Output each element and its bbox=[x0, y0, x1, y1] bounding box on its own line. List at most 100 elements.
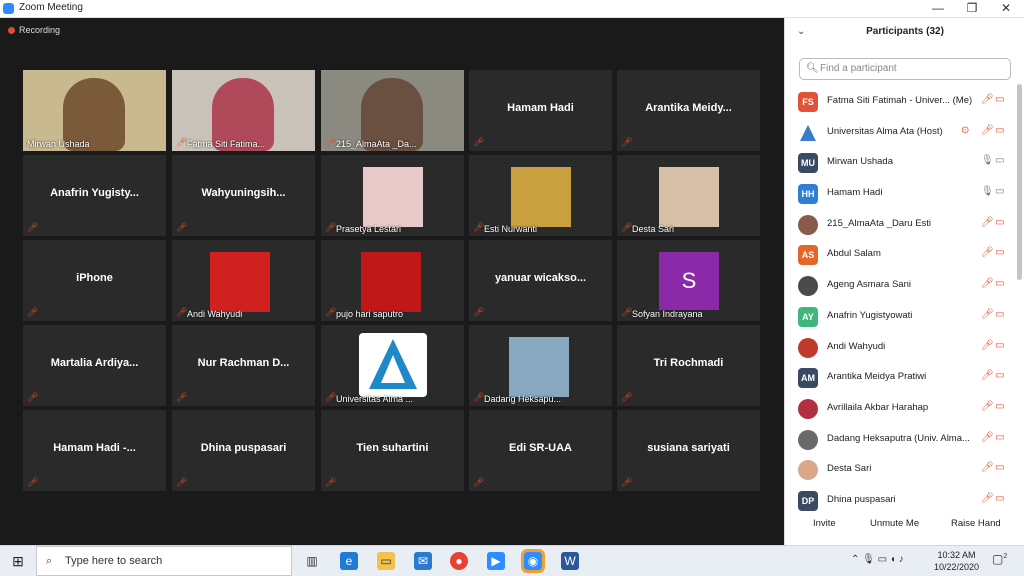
minimize-button[interactable]: — bbox=[921, 0, 955, 17]
muted-mic-icon: 🎤︎ bbox=[621, 392, 633, 402]
muted-mic-icon: 🎤︎ bbox=[981, 216, 994, 228]
participant-avatar bbox=[798, 429, 818, 450]
taskbar-search-input[interactable]: ⌕ Type here to search bbox=[36, 546, 292, 576]
taskbar-clock[interactable]: 10:32 AM 10/22/2020 bbox=[934, 549, 979, 573]
notifications-icon[interactable]: ▢2 bbox=[992, 552, 1007, 566]
participant-row[interactable]: AM Arantika Meidya Pratiwi 🎤︎ ▭ bbox=[785, 362, 1017, 393]
video-tile[interactable]: S 🎤︎ Sofyan Indrayana bbox=[617, 240, 760, 321]
video-off-icon: ▭ bbox=[995, 124, 1005, 136]
participant-row[interactable]: AY Anafrin Yugistyowati 🎤︎ ▭ bbox=[785, 301, 1017, 332]
participants-title: Participants (32) bbox=[866, 26, 944, 37]
task-view-icon[interactable]: ▥ bbox=[303, 552, 321, 570]
search-icon: ⌕ bbox=[46, 555, 53, 567]
video-tile[interactable]: Anafrin Yugisty... 🎤︎ bbox=[23, 155, 166, 236]
participant-name: Dhina puspasari bbox=[827, 493, 896, 505]
participant-row[interactable]: DP Dhina puspasari 🎤︎ ▭ bbox=[785, 485, 1017, 516]
video-tile[interactable]: Martalia Ardiya... 🎤︎ bbox=[23, 325, 166, 406]
zoom-meeting-taskbar-icon[interactable]: ◉ bbox=[521, 549, 545, 573]
participant-avatar: HH bbox=[798, 184, 818, 205]
muted-mic-icon: 🎤︎ bbox=[981, 431, 994, 443]
video-tile[interactable]: Arantika Meidy... 🎤︎ bbox=[617, 70, 760, 151]
participant-name: Universitas Alma Ata (Host) bbox=[827, 125, 943, 137]
participant-row[interactable]: Dadang Heksaputra (Univ. Alma... 🎤︎ ▭ bbox=[785, 424, 1017, 455]
participant-name: Fatma Siti Fatimah - Univer... (Me) bbox=[827, 95, 973, 106]
tile-name-label: Andi Wahyudi bbox=[187, 309, 243, 319]
word-icon[interactable]: W bbox=[561, 552, 579, 570]
tile-name-label: pujo hari saputro bbox=[336, 309, 404, 319]
video-tile[interactable]: Dhina puspasari 🎤︎ bbox=[172, 410, 315, 491]
tile-participant-name: Tri Rochmadi bbox=[653, 357, 724, 369]
raise-hand-button[interactable]: Raise Hand bbox=[951, 518, 1001, 529]
video-tile[interactable]: Nur Rachman D... 🎤︎ bbox=[172, 325, 315, 406]
video-tile[interactable]: yanuar wicakso... 🎤︎ bbox=[469, 240, 612, 321]
invite-button[interactable]: Invite bbox=[813, 518, 836, 529]
participant-search-input[interactable]: 🔍︎ Find a participant bbox=[799, 58, 1011, 80]
tile-participant-name: Dhina puspasari bbox=[200, 442, 287, 454]
video-tile[interactable]: Hamam Hadi -... 🎤︎ bbox=[23, 410, 166, 491]
muted-mic-icon: 🎤︎ bbox=[621, 137, 633, 147]
video-tile[interactable]: 🎤︎Mirwan Ushada bbox=[23, 70, 166, 151]
participant-row[interactable]: HH Hamam Hadi 🎙︎ ▭ bbox=[785, 178, 1017, 209]
tile-participant-name: Hamam Hadi bbox=[507, 102, 574, 114]
participant-name: 215_AlmaAta _Daru Esti bbox=[827, 217, 932, 229]
participant-row[interactable]: Andi Wahyudi 🎤︎ ▭ bbox=[785, 332, 1017, 363]
tile-participant-name: yanuar wicakso... bbox=[494, 272, 587, 284]
muted-mic-icon: 🎤︎ bbox=[981, 462, 994, 474]
participant-row[interactable]: AS Abdul Salam 🎤︎ ▭ bbox=[785, 239, 1017, 270]
participant-list-scrollbar[interactable] bbox=[1017, 84, 1022, 280]
edge-icon[interactable]: e bbox=[340, 552, 358, 570]
close-button[interactable]: ✕ bbox=[989, 0, 1023, 17]
video-tile[interactable]: 🎤︎ Desta Sari bbox=[617, 155, 760, 236]
participant-row[interactable]: FS Fatma Siti Fatimah - Univer... (Me) 🎤︎ ▭ bbox=[785, 86, 1017, 117]
zoom-taskbar-icon[interactable]: ▶ bbox=[487, 552, 505, 570]
maximize-button[interactable]: ❐ bbox=[955, 0, 989, 17]
file-explorer-icon[interactable]: ▭ bbox=[377, 552, 395, 570]
participant-avatar: FS bbox=[798, 92, 818, 112]
participant-row[interactable]: 215_AlmaAta _Daru Esti 🎤︎ ▭ bbox=[785, 209, 1017, 240]
windows-start-icon[interactable]: ⊞ bbox=[9, 552, 27, 570]
mail-icon[interactable]: ✉ bbox=[414, 552, 432, 570]
video-tile[interactable]: 🎤︎ Fatma Siti Fatima... bbox=[172, 70, 315, 151]
video-tile[interactable]: 🎤︎ Esti Nurwanti bbox=[469, 155, 612, 236]
participant-row[interactable]: Ageng Asmara Sani 🎤︎ ▭ bbox=[785, 270, 1017, 301]
recording-indicator[interactable]: Recording bbox=[8, 25, 60, 35]
video-tile[interactable]: iPhone 🎤︎ bbox=[23, 240, 166, 321]
clock-time: 10:32 AM bbox=[937, 550, 976, 560]
video-tile[interactable]: 🎤︎ pujo hari saputro bbox=[321, 240, 464, 321]
video-tile[interactable]: 🎤︎ Prasetya Lestari bbox=[321, 155, 464, 236]
muted-mic-icon: 🎤︎ bbox=[325, 222, 337, 232]
window-titlebar: Zoom Meeting — ❐ ✕ bbox=[0, 0, 1024, 18]
unmute-me-button[interactable]: Unmute Me bbox=[870, 518, 919, 529]
tile-participant-name: susiana sariyati bbox=[647, 442, 730, 454]
video-tile[interactable]: susiana sariyati 🎤︎ bbox=[617, 410, 760, 491]
tile-participant-name: Nur Rachman D... bbox=[197, 357, 290, 369]
muted-mic-icon: 🎤︎ bbox=[981, 370, 994, 382]
video-off-icon: ▭ bbox=[995, 370, 1005, 382]
video-tile[interactable]: Hamam Hadi 🎤︎ bbox=[469, 70, 612, 151]
video-tile[interactable]: 🎤︎ Dadang Heksapu... bbox=[469, 325, 612, 406]
chrome-icon[interactable]: ● bbox=[450, 552, 468, 570]
tray-icons[interactable]: ⌃ 🎙︎ ▭ ◖ ♪ bbox=[851, 554, 904, 565]
video-tile[interactable]: 🎤︎ Universitas Alma ... bbox=[321, 325, 464, 406]
tile-name-label: Sofyan Indrayana bbox=[632, 309, 703, 319]
video-tile[interactable]: Wahyuningsih... 🎤︎ bbox=[172, 155, 315, 236]
video-off-icon: ▭ bbox=[995, 308, 1005, 320]
participant-avatar bbox=[798, 398, 818, 419]
muted-mic-icon: 🎤︎ bbox=[27, 477, 39, 487]
participant-row[interactable]: Desta Sari 🎤︎ ▭ bbox=[785, 454, 1017, 485]
participant-avatar bbox=[798, 337, 818, 358]
windows-taskbar: ⊞ ⌕ Type here to search ▥ e ▭ ✉ ● ▶ ◉ W … bbox=[0, 545, 1024, 576]
muted-mic-icon: 🎤︎ bbox=[981, 308, 994, 320]
video-tile[interactable]: 🎤︎ Andi Wahyudi bbox=[172, 240, 315, 321]
video-tile[interactable]: Edi SR-UAA 🎤︎ bbox=[469, 410, 612, 491]
participant-row[interactable]: Avrillaila Akbar Harahap 🎤︎ ▭ bbox=[785, 393, 1017, 424]
participant-row[interactable]: Universitas Alma Ata (Host) ⊙ 🎤︎ ▭ bbox=[785, 117, 1017, 148]
video-tile[interactable]: Tri Rochmadi 🎤︎ bbox=[617, 325, 760, 406]
video-tile[interactable]: Tien suhartini 🎤︎ bbox=[321, 410, 464, 491]
participant-row[interactable]: MU Mirwan Ushada 🎙︎ ▭ bbox=[785, 147, 1017, 178]
tile-name-label: Esti Nurwanti bbox=[484, 224, 538, 234]
tile-participant-name: iPhone bbox=[76, 272, 113, 284]
participant-avatar: DP bbox=[798, 490, 818, 511]
video-tile[interactable]: 🎤︎ 215_AlmaAta _Da... bbox=[321, 70, 464, 151]
muted-mic-icon: 🎤︎ bbox=[473, 477, 485, 487]
